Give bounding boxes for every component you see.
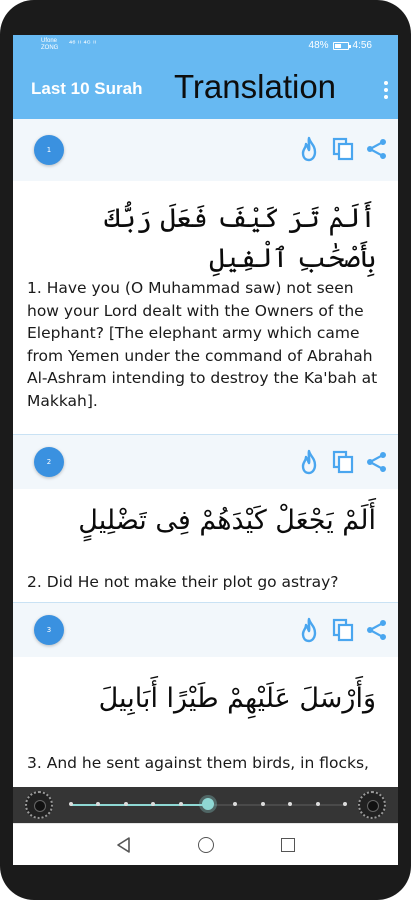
copy-icon[interactable] bbox=[332, 450, 354, 474]
translation-text: 2. Did He not make their plot go astray? bbox=[27, 573, 339, 591]
app-title: Last 10 Surah bbox=[31, 79, 143, 98]
carrier-line-1: Ufone bbox=[41, 38, 58, 44]
copy-icon[interactable] bbox=[332, 137, 354, 161]
verse-header: 1 bbox=[13, 119, 398, 181]
verse-card-3: 3 وَأَرْسَلَ عَلَيْهِمْ طَيْرًا أَبَابِي… bbox=[13, 602, 398, 787]
battery-percent: 48% bbox=[308, 40, 329, 51]
next-button[interactable] bbox=[358, 791, 386, 819]
verse-number-badge: 1 bbox=[34, 135, 64, 165]
verse-actions bbox=[298, 136, 388, 162]
progress-step-dot bbox=[260, 802, 265, 806]
progress-step-dot bbox=[315, 802, 320, 806]
app-bar: Last 10 Surah Translation bbox=[13, 59, 398, 119]
carrier-label: Ufone ZONG bbox=[41, 38, 58, 52]
progress-step-dot bbox=[288, 802, 293, 806]
verse-header: 2 bbox=[13, 435, 398, 489]
copy-icon[interactable] bbox=[332, 618, 354, 642]
battery-icon bbox=[332, 41, 351, 50]
verse-header: 3 bbox=[13, 603, 398, 657]
progress-step-dot bbox=[233, 802, 238, 806]
audio-player-bar bbox=[13, 787, 398, 823]
progress-slider[interactable] bbox=[69, 798, 347, 810]
fire-icon[interactable] bbox=[298, 136, 320, 162]
fire-icon[interactable] bbox=[298, 449, 320, 475]
fire-icon[interactable] bbox=[298, 617, 320, 643]
translation-text: 3. And he sent against them birds, in fl… bbox=[27, 754, 369, 772]
share-icon[interactable] bbox=[366, 451, 388, 473]
verse-card-2: 2 أَلَمْ يَجْعَلْ كَيْدَهُمْ فِى تَضْلِي… bbox=[13, 434, 398, 602]
verse-number-badge: 2 bbox=[34, 447, 64, 477]
progress-step-dot bbox=[178, 802, 183, 806]
verse-actions bbox=[298, 617, 388, 643]
progress-step-dot bbox=[343, 802, 347, 806]
status-bar: Ufone ZONG ⁴⁶ ᴵᴵ ⁴ᴳ ᴵᴵ 48% 4:56 bbox=[13, 35, 398, 59]
progress-thumb[interactable] bbox=[202, 798, 214, 810]
more-vert-icon[interactable] bbox=[382, 81, 390, 99]
progress-step-dot bbox=[69, 802, 73, 806]
verse-card-1: 1 أَلَمْ تَرَ كَيْفَ فَعَلَ رَبُّكَ بِأَ… bbox=[13, 119, 398, 434]
previous-button[interactable] bbox=[25, 791, 53, 819]
arabic-text: وَأَرْسَلَ عَلَيْهِمْ طَيْرًا أَبَابِيلَ bbox=[98, 683, 376, 714]
verse-number-badge: 3 bbox=[34, 615, 64, 645]
arabic-text: أَلَمْ يَجْعَلْ كَيْدَهُمْ فِى تَضْلِيلٍ bbox=[78, 505, 376, 536]
verse-list[interactable]: 1 أَلَمْ تَرَ كَيْفَ فَعَلَ رَبُّكَ بِأَ… bbox=[13, 119, 398, 787]
battery-fill bbox=[334, 43, 341, 48]
translation-text: 1. Have you (O Muhammad saw) not seen ho… bbox=[27, 279, 378, 410]
signal-icon: ⁴⁶ ᴵᴵ ⁴ᴳ ᴵᴵ bbox=[69, 39, 97, 48]
share-icon[interactable] bbox=[366, 138, 388, 160]
verse-actions bbox=[298, 449, 388, 475]
progress-step-dot bbox=[123, 802, 128, 806]
status-right: 48% 4:56 bbox=[309, 40, 372, 51]
app-screen: Ufone ZONG ⁴⁶ ᴵᴵ ⁴ᴳ ᴵᴵ 48% 4:56 Last 10 … bbox=[13, 35, 398, 865]
home-icon[interactable] bbox=[198, 837, 214, 853]
recent-apps-icon[interactable] bbox=[281, 838, 295, 852]
carrier-line-2: ZONG bbox=[41, 45, 59, 51]
share-icon[interactable] bbox=[366, 619, 388, 641]
arabic-text: أَلَمْ تَرَ كَيْفَ فَعَلَ رَبُّكَ بِأَصْ… bbox=[104, 203, 376, 274]
progress-fill bbox=[71, 804, 208, 806]
back-icon[interactable] bbox=[116, 837, 132, 853]
page-title: Translation bbox=[174, 68, 337, 105]
clock: 4:56 bbox=[352, 40, 372, 51]
system-nav-bar bbox=[13, 823, 398, 865]
